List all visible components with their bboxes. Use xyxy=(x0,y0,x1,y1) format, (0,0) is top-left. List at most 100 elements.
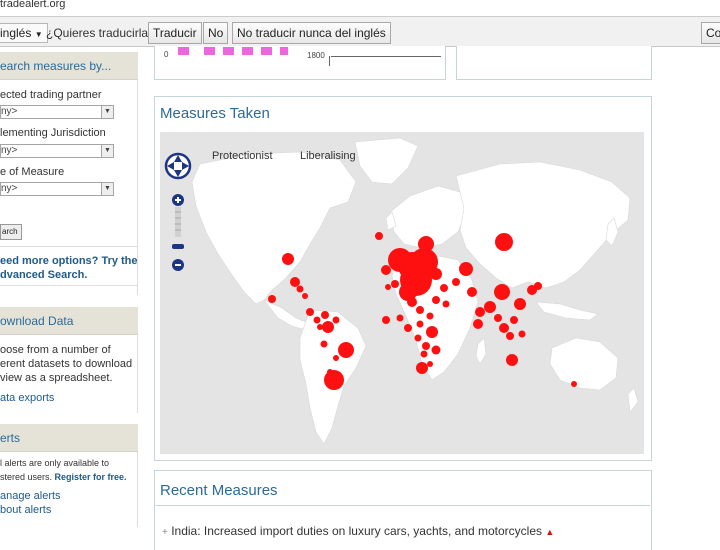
divider xyxy=(156,505,650,506)
url-text: tradealert.org xyxy=(0,0,66,10)
alerts-box: l alerts are only available to stered us… xyxy=(0,452,138,527)
measure-marker xyxy=(534,282,542,290)
top-chart-panel: 0 1800 xyxy=(154,46,446,80)
measure-marker xyxy=(484,301,496,313)
measure-marker xyxy=(571,381,577,387)
chart-bar xyxy=(204,47,215,55)
north-america xyxy=(191,151,357,305)
measure-marker xyxy=(495,233,513,251)
measure-marker xyxy=(302,293,308,299)
data-exports-link[interactable]: ata exports xyxy=(0,392,54,404)
measure-marker xyxy=(494,284,510,300)
jurisdiction-value: ny> xyxy=(1,145,18,156)
asia xyxy=(455,161,631,289)
search-measures-title: earch measures by... xyxy=(0,59,112,73)
map-navigation-control xyxy=(164,152,192,271)
recent-measure-text[interactable]: India: Increased import duties on luxury… xyxy=(171,524,542,538)
measure-marker xyxy=(416,320,424,328)
recent-measure-item[interactable]: + India: Increased import duties on luxu… xyxy=(162,524,554,538)
world-map[interactable]: Protectionist Liberalising xyxy=(160,132,644,454)
chevron-down-icon: ▼ xyxy=(34,30,43,39)
chart-bar xyxy=(261,47,272,55)
top-right-panel xyxy=(456,46,652,80)
jurisdiction-label: lementing Jurisdiction xyxy=(0,127,106,139)
url-bar[interactable]: tradealert.org xyxy=(0,0,720,14)
measure-marker xyxy=(459,262,473,276)
download-box: oose from a number of erent datasets to … xyxy=(0,335,138,413)
alerts-header: erts xyxy=(0,424,138,452)
download-description-3: view as a spreadsheet. xyxy=(0,372,113,384)
measure-marker xyxy=(475,307,485,317)
measure-marker xyxy=(431,345,441,355)
measure-marker xyxy=(467,287,477,297)
configure-button[interactable]: Con xyxy=(701,22,720,44)
measure-marker xyxy=(426,312,434,320)
new-zealand xyxy=(627,387,639,413)
more-options-text: eed more options? Try the xyxy=(0,255,138,267)
chevron-down-icon: ▼ xyxy=(101,145,113,157)
axis-label-left: 0 xyxy=(164,50,169,59)
language-dropdown[interactable]: inglés ▼ xyxy=(0,23,48,43)
download-description-2: erent datasets to download xyxy=(0,358,133,370)
measure-marker xyxy=(268,295,276,303)
measure-marker xyxy=(324,370,344,390)
search-button[interactable]: arch xyxy=(0,224,22,240)
measure-marker xyxy=(313,316,321,324)
language-label: inglés xyxy=(0,26,32,40)
madagascar xyxy=(475,337,487,365)
recent-measures-title: Recent Measures xyxy=(160,482,278,499)
chevron-down-icon: ▼ xyxy=(101,183,113,195)
alerts-description-text: stered users. xyxy=(0,472,55,482)
advanced-search-note: eed more options? Try the dvanced Search… xyxy=(0,246,138,286)
jurisdiction-select[interactable]: ny> ▼ xyxy=(0,144,114,158)
measure-marker xyxy=(422,342,430,350)
measure-marker xyxy=(518,330,526,338)
download-data-header: ownload Data xyxy=(0,307,138,335)
legend-protectionist[interactable]: Protectionist xyxy=(212,150,273,162)
measure-marker xyxy=(306,308,314,316)
measure-type-label: e of Measure xyxy=(0,166,65,178)
measure-marker xyxy=(322,321,334,333)
no-button[interactable]: No xyxy=(203,22,229,44)
measure-marker xyxy=(375,232,383,240)
measure-marker xyxy=(338,342,354,358)
download-description-1: oose from a number of xyxy=(0,344,111,356)
measure-marker xyxy=(391,280,399,288)
chart-bar xyxy=(242,47,253,55)
measure-type-select[interactable]: ny> ▼ xyxy=(0,182,114,196)
translate-bar: inglés ▼ ¿Quieres traducirla? Traducir N… xyxy=(0,16,720,47)
axis-tick xyxy=(329,56,330,66)
measure-marker xyxy=(290,277,300,287)
chart-bar xyxy=(178,47,189,55)
measure-marker xyxy=(440,284,448,292)
warning-icon: ▲ xyxy=(545,527,555,537)
bullet-icon: + xyxy=(162,527,168,538)
measure-marker xyxy=(381,265,391,275)
axis-label-right: 1800 xyxy=(307,51,325,60)
translate-question: ¿Quieres traducirla? xyxy=(46,26,155,40)
register-link[interactable]: Register for free. xyxy=(55,472,127,482)
measure-marker xyxy=(506,332,514,340)
trading-partner-value: ny> xyxy=(1,106,18,117)
advanced-search-link[interactable]: dvanced Search. xyxy=(0,269,87,281)
measure-marker xyxy=(499,323,509,333)
manage-alerts-link[interactable]: anage alerts xyxy=(0,490,61,502)
measure-marker xyxy=(385,284,391,290)
legend-liberalising[interactable]: Liberalising xyxy=(300,150,356,162)
search-box: ected trading partner ny> ▼ lementing Ju… xyxy=(0,80,138,295)
measure-marker xyxy=(452,278,460,286)
alerts-description-2: stered users. Register for free. xyxy=(0,470,127,484)
measure-marker xyxy=(396,314,404,322)
chart-bar xyxy=(223,47,234,55)
australia xyxy=(549,337,619,391)
measure-marker xyxy=(473,319,483,329)
world-map-svg xyxy=(164,137,639,445)
about-alerts-link[interactable]: bout alerts xyxy=(0,504,51,516)
trading-partner-select[interactable]: ny> ▼ xyxy=(0,105,114,119)
zoom-slider-handle xyxy=(172,244,184,249)
translate-button[interactable]: Traducir xyxy=(148,22,202,44)
never-translate-button[interactable]: No traducir nunca del inglés xyxy=(232,22,391,44)
measure-marker xyxy=(407,297,417,307)
measure-marker xyxy=(332,316,340,324)
measure-marker xyxy=(514,298,526,310)
